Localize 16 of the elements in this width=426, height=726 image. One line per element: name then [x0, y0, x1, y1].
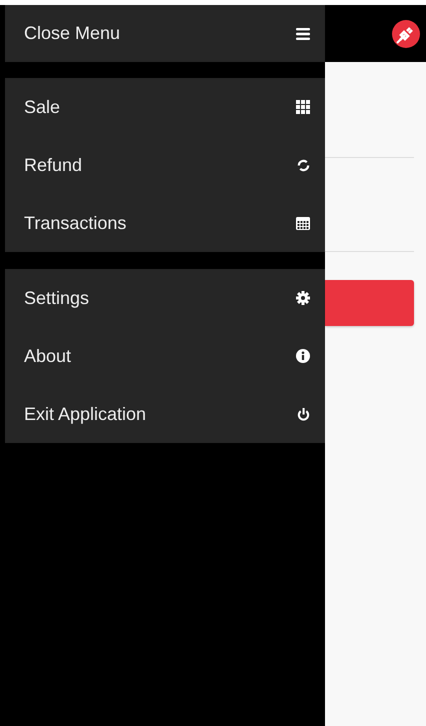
close-menu-button[interactable]: Close Menu	[5, 5, 325, 62]
menu-item[interactable]: Exit Application	[5, 385, 325, 443]
calendar-icon	[296, 216, 310, 230]
plug-logo-icon	[392, 20, 420, 48]
menu-item[interactable]: Refund	[5, 136, 325, 194]
settings-icon	[296, 291, 310, 305]
grid-icon	[296, 100, 310, 114]
menu-item[interactable]: About	[5, 327, 325, 385]
menu-item[interactable]: Transactions	[5, 194, 325, 252]
menu-icon	[296, 28, 310, 40]
action-button[interactable]	[325, 280, 414, 326]
power-icon	[297, 408, 310, 420]
info-icon	[296, 349, 310, 363]
refresh-icon	[297, 158, 310, 172]
menu-item[interactable]: Settings	[5, 269, 325, 327]
menu-item[interactable]: Sale	[5, 78, 325, 136]
